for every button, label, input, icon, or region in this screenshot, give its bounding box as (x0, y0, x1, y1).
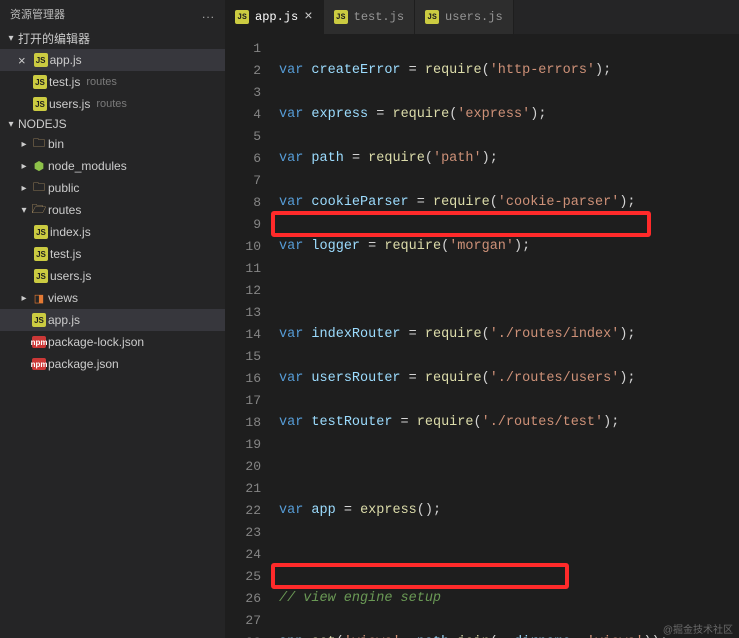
chevron-down-icon: ▾ (4, 33, 18, 44)
open-editor-item[interactable]: JS users.js routes (0, 93, 225, 115)
npm-icon: npm (32, 336, 46, 348)
code-content[interactable]: var createError = require('http-errors')… (275, 34, 739, 638)
folder-open-icon: 🗁 (30, 200, 48, 221)
js-icon: JS (425, 10, 439, 24)
views-icon: ◨ (30, 292, 48, 305)
chevron-right-icon: ▸ (18, 293, 30, 304)
js-icon: JS (33, 75, 47, 89)
js-icon: JS (32, 313, 46, 327)
js-icon: JS (334, 10, 348, 24)
chevron-down-icon: ▾ (4, 119, 18, 130)
open-editors-header[interactable]: ▾ 打开的编辑器 (0, 28, 225, 49)
folder-routes[interactable]: ▾ 🗁 routes (0, 199, 225, 221)
open-editors-label: 打开的编辑器 (18, 30, 90, 47)
file-package-json[interactable]: npm package.json (0, 353, 225, 375)
file-package-lock[interactable]: npm package-lock.json (0, 331, 225, 353)
js-icon: JS (34, 269, 48, 283)
folder-node-modules[interactable]: ▸ ⬢ node_modules (0, 155, 225, 177)
tab-users-js[interactable]: JS users.js (415, 0, 514, 34)
file-users-js[interactable]: JS users.js (0, 265, 225, 287)
chevron-right-icon: ▸ (18, 183, 30, 194)
sidebar-title: 资源管理器 (10, 6, 202, 22)
file-index-js[interactable]: JS index.js (0, 221, 225, 243)
js-icon: JS (235, 10, 249, 24)
js-icon: JS (34, 247, 48, 261)
editor-area: JS app.js × JS test.js JS users.js 12345… (225, 0, 739, 638)
folder-public[interactable]: ▸ 🗀 public (0, 177, 225, 199)
editor-tabs: JS app.js × JS test.js JS users.js (225, 0, 739, 34)
close-icon[interactable]: × (304, 9, 312, 25)
watermark: @掘金技术社区 (663, 621, 733, 636)
project-header[interactable]: ▾ NODEJS (0, 115, 225, 133)
sidebar-header: 资源管理器 ... (0, 0, 225, 28)
highlight-annotation (271, 563, 569, 589)
open-editor-item[interactable]: JS test.js routes (0, 71, 225, 93)
file-app-js[interactable]: JS app.js (0, 309, 225, 331)
js-icon: JS (34, 53, 48, 67)
highlight-annotation (271, 211, 651, 237)
folder-bin[interactable]: ▸ 🗀 bin (0, 133, 225, 155)
folder-icon: 🗀 (30, 134, 48, 155)
project-name: NODEJS (18, 117, 67, 131)
chevron-right-icon: ▸ (18, 139, 30, 150)
npm-icon: npm (32, 358, 46, 370)
tab-test-js[interactable]: JS test.js (324, 0, 415, 34)
js-icon: JS (33, 97, 47, 111)
tab-app-js[interactable]: JS app.js × (225, 0, 324, 34)
nodemodules-icon: ⬢ (30, 159, 48, 173)
folder-views[interactable]: ▸ ◨ views (0, 287, 225, 309)
js-icon: JS (34, 225, 48, 239)
chevron-down-icon: ▾ (18, 205, 30, 216)
code-editor[interactable]: 1234567891011121314151617181920212223242… (225, 34, 739, 638)
chevron-right-icon: ▸ (18, 161, 30, 172)
file-test-js[interactable]: JS test.js (0, 243, 225, 265)
line-gutter: 1234567891011121314151617181920212223242… (225, 34, 275, 638)
folder-icon: 🗀 (30, 178, 48, 199)
open-editor-item[interactable]: × JS app.js (0, 49, 225, 71)
close-icon[interactable]: × (18, 53, 26, 68)
more-icon[interactable]: ... (202, 7, 215, 21)
explorer-sidebar: 资源管理器 ... ▾ 打开的编辑器 × JS app.js JS test.j… (0, 0, 225, 638)
